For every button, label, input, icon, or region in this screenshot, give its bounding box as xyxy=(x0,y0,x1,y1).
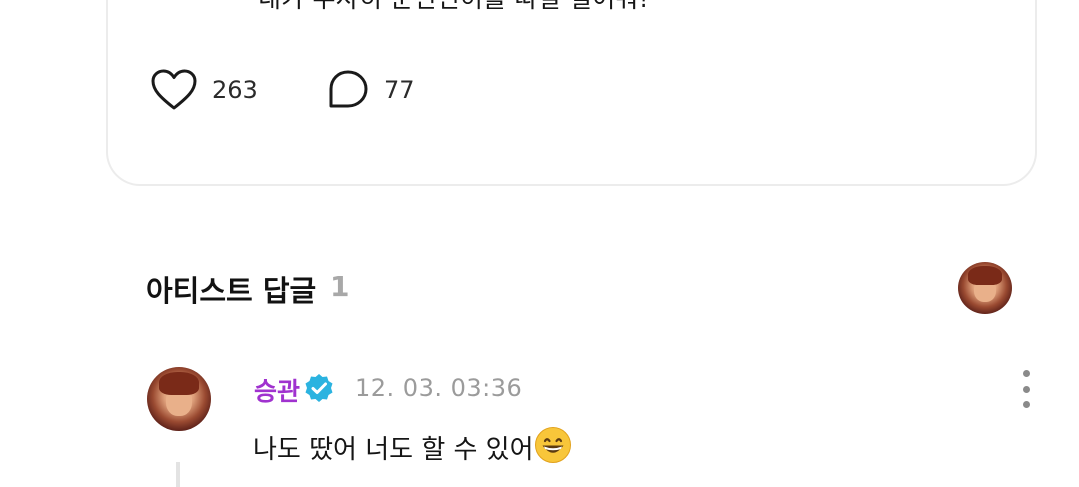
artist-avatar-small[interactable] xyxy=(958,262,1012,314)
artist-replies-title: 아티스트 답글 xyxy=(146,274,317,308)
thread-line xyxy=(176,462,180,487)
comment-count: 77 xyxy=(384,76,415,104)
like-count: 263 xyxy=(212,76,258,104)
fan-post-page: 내가 무사히 운전면허를 따길 빌어줘! 263 77 아티스트 답글 1 승관… xyxy=(0,0,1079,487)
more-dot-icon xyxy=(1022,401,1030,408)
more-options-button[interactable] xyxy=(1012,370,1040,408)
heart-icon xyxy=(151,69,197,110)
reply-text: 나도 땄어 너도 할 수 있어 xyxy=(253,435,534,465)
reply-author-name[interactable]: 승관 xyxy=(254,372,300,408)
artist-replies-count: 1 xyxy=(330,270,350,303)
like-button[interactable]: 263 xyxy=(150,68,258,112)
post-text: 내가 무사히 운전면허를 따길 빌어줘! xyxy=(258,0,649,15)
speech-bubble-icon xyxy=(329,70,368,108)
post-card: 내가 무사히 운전면허를 따길 빌어줘! 263 77 xyxy=(106,0,1037,186)
more-dot-icon xyxy=(1022,370,1030,377)
avatar-hair xyxy=(158,372,200,396)
grinning-face-emoji-icon xyxy=(534,427,571,463)
comment-button[interactable]: 77 xyxy=(326,68,415,112)
reply-timestamp: 12. 03. 03:36 xyxy=(355,374,523,402)
verified-badge-icon xyxy=(305,374,333,402)
more-dot-icon xyxy=(1022,385,1030,393)
reply-author-avatar[interactable] xyxy=(147,367,211,431)
avatar-hair xyxy=(967,266,1003,285)
reply-body: 나도 땄어 너도 할 수 있어 xyxy=(253,426,572,466)
